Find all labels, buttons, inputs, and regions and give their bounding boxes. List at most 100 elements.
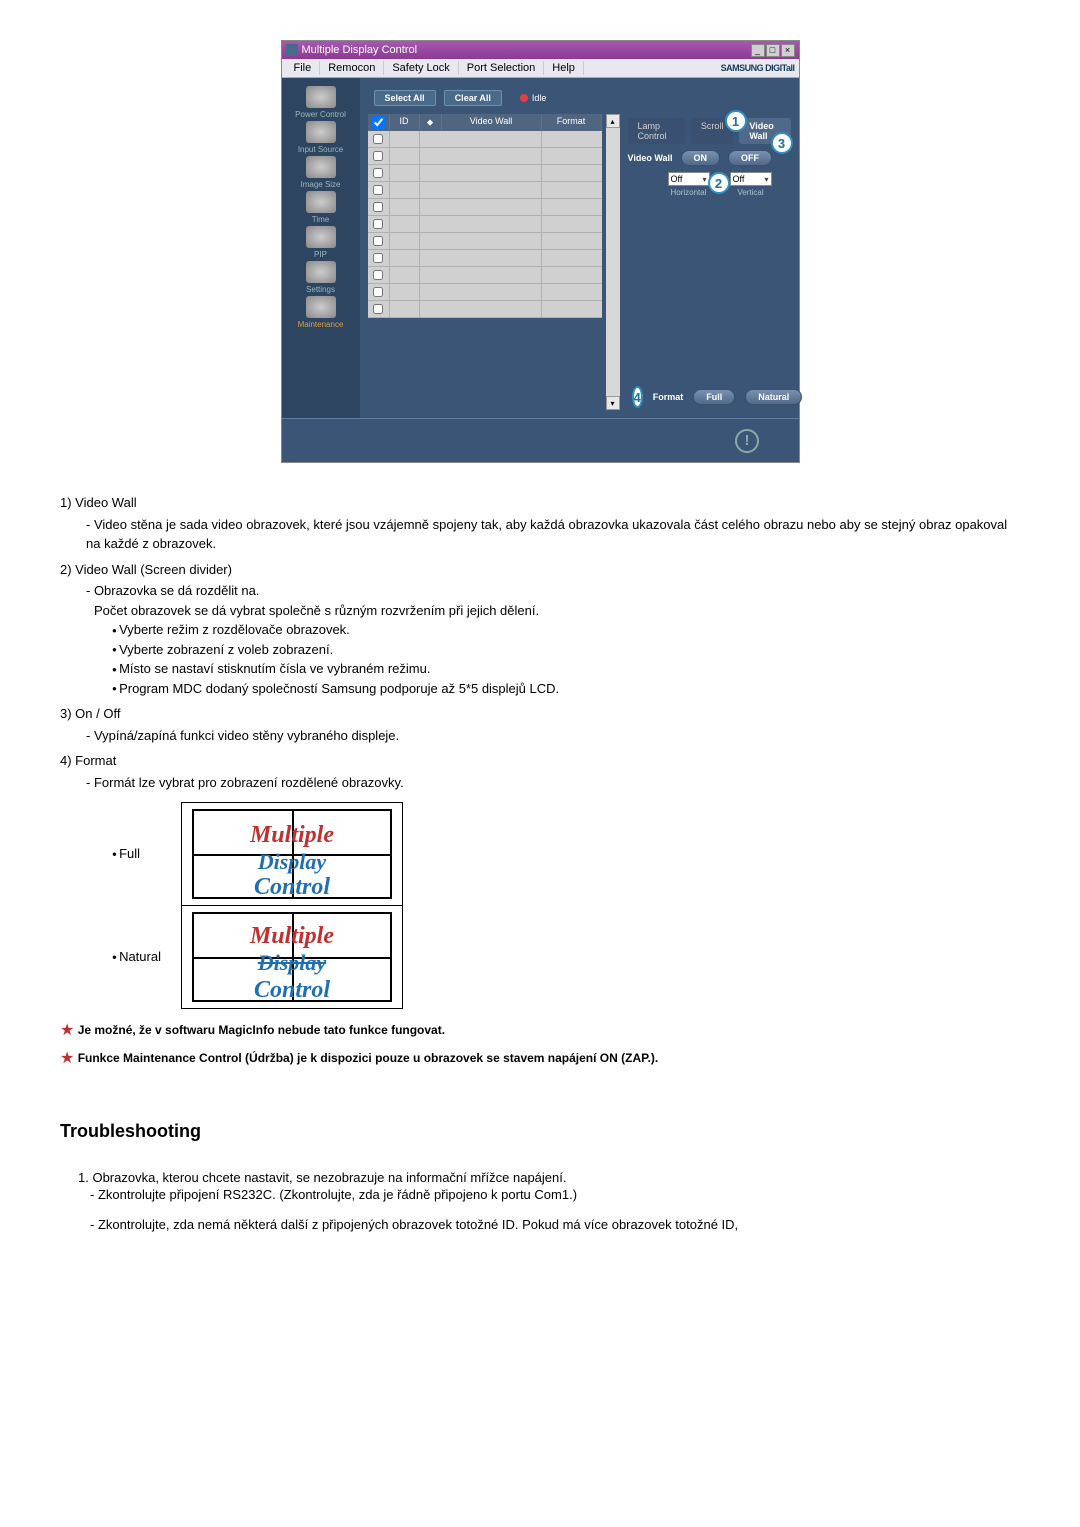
table-row[interactable] xyxy=(368,148,602,165)
header-checkbox[interactable] xyxy=(368,114,390,131)
tab-lamp-control[interactable]: Lamp Control xyxy=(628,118,685,144)
header-videowall: Video Wall xyxy=(442,114,542,131)
sidebar-image-size[interactable]: Image Size xyxy=(300,156,340,189)
titlebar: Multiple Display Control _ □ × xyxy=(282,41,799,59)
video-wall-label: Video Wall xyxy=(628,153,673,163)
minimize-button[interactable]: _ xyxy=(751,44,765,57)
callout-3: 3 xyxy=(771,132,793,154)
close-button[interactable]: × xyxy=(781,44,795,57)
vertical-label: Vertical xyxy=(737,188,763,197)
sidebar-input-source[interactable]: Input Source xyxy=(298,121,343,154)
toolbar: Select All Clear All Idle xyxy=(368,86,791,110)
row-checkbox[interactable] xyxy=(373,134,383,144)
display-grid: ID ⬥ Video Wall Format xyxy=(368,114,602,410)
menu-safety-lock[interactable]: Safety Lock xyxy=(384,61,458,75)
table-row[interactable] xyxy=(368,165,602,182)
row-checkbox[interactable] xyxy=(373,287,383,297)
off-button[interactable]: OFF xyxy=(728,150,772,166)
row-checkbox[interactable] xyxy=(373,185,383,195)
time-icon xyxy=(306,191,336,213)
natural-label: Natural xyxy=(119,949,161,964)
clear-all-button[interactable]: Clear All xyxy=(444,90,502,106)
horizontal-dropdown[interactable]: Off▾ xyxy=(668,172,710,186)
format-label: Format xyxy=(653,392,684,402)
callout-1: 1 xyxy=(725,110,747,132)
input-icon xyxy=(306,121,336,143)
maximize-button[interactable]: □ xyxy=(766,44,780,57)
row-checkbox[interactable] xyxy=(373,202,383,212)
row-checkbox[interactable] xyxy=(373,270,383,280)
select-all-button[interactable]: Select All xyxy=(374,90,436,106)
table-row[interactable] xyxy=(368,267,602,284)
header-id: ID xyxy=(390,114,420,131)
callout-4: 4 xyxy=(632,386,643,408)
table-row[interactable] xyxy=(368,301,602,318)
pip-icon xyxy=(306,226,336,248)
row-checkbox[interactable] xyxy=(373,304,383,314)
sidebar-time[interactable]: Time xyxy=(306,191,336,224)
item-4-text: - Formát lze vybrat pro zobrazení rozděl… xyxy=(86,773,1020,793)
on-button[interactable]: ON xyxy=(681,150,721,166)
table-row[interactable] xyxy=(368,250,602,267)
window-title: Multiple Display Control xyxy=(302,44,418,56)
row-checkbox[interactable] xyxy=(373,168,383,178)
statusbar xyxy=(282,418,799,462)
sidebar-maintenance[interactable]: Maintenance xyxy=(298,296,344,329)
maintenance-icon xyxy=(306,296,336,318)
sidebar-settings[interactable]: Settings xyxy=(306,261,336,294)
chevron-down-icon: ▾ xyxy=(702,175,706,184)
vertical-dropdown[interactable]: Off▾ xyxy=(730,172,772,186)
table-row[interactable] xyxy=(368,216,602,233)
grid-scrollbar[interactable]: ▴ ▾ xyxy=(606,114,620,410)
item-3-text: - Vypíná/zapíná funkci video stěny vybra… xyxy=(86,726,1020,746)
sidebar: Power Control Input Source Image Size Ti… xyxy=(282,78,360,418)
scroll-down-icon[interactable]: ▾ xyxy=(606,396,620,410)
header-format: Format xyxy=(542,114,602,131)
header-status: ⬥ xyxy=(420,114,442,131)
menu-help[interactable]: Help xyxy=(544,61,584,75)
app-icon xyxy=(286,44,298,56)
ts-sub-1: - Zkontrolujte připojení RS232C. (Zkontr… xyxy=(90,1187,1020,1202)
sidebar-power-control[interactable]: Power Control xyxy=(295,86,346,119)
full-label: Full xyxy=(119,846,140,861)
note-2: ★ Funkce Maintenance Control (Údržba) je… xyxy=(60,1047,1020,1071)
row-checkbox[interactable] xyxy=(373,236,383,246)
table-row[interactable] xyxy=(368,233,602,250)
table-row[interactable] xyxy=(368,131,602,148)
row-checkbox[interactable] xyxy=(373,253,383,263)
row-checkbox[interactable] xyxy=(373,219,383,229)
item-2-text2: Počet obrazovek se dá vybrat společně s … xyxy=(94,601,1020,621)
star-icon: ★ xyxy=(60,1050,74,1067)
format-diagram-table: ● Full Multiple Display Control ● Natura… xyxy=(112,802,403,1009)
menu-remocon[interactable]: Remocon xyxy=(320,61,384,75)
settings-icon xyxy=(306,261,336,283)
menu-file[interactable]: File xyxy=(286,61,321,75)
star-icon: ★ xyxy=(60,1022,74,1039)
ts-sub-2: - Zkontrolujte, zda nemá některá další z… xyxy=(90,1217,1020,1232)
table-row[interactable] xyxy=(368,182,602,199)
callout-2: 2 xyxy=(708,172,730,194)
menu-port-selection[interactable]: Port Selection xyxy=(459,61,544,75)
item-1-title: 1) Video Wall xyxy=(60,493,1020,513)
brand-logo: SAMSUNG DIGITall xyxy=(721,63,795,73)
app-screenshot: Multiple Display Control _ □ × File Remo… xyxy=(281,40,800,463)
table-row[interactable] xyxy=(368,199,602,216)
idle-status: Idle xyxy=(520,93,547,103)
natural-diagram: Multiple Display Control xyxy=(192,912,392,1002)
scroll-up-icon[interactable]: ▴ xyxy=(606,114,620,128)
full-diagram: Multiple Display Control xyxy=(192,809,392,899)
power-icon xyxy=(306,86,336,108)
size-icon xyxy=(306,156,336,178)
idle-dot-icon xyxy=(520,94,528,102)
sidebar-pip[interactable]: PIP xyxy=(306,226,336,259)
item-3-title: 3) On / Off xyxy=(60,704,1020,724)
full-button[interactable]: Full xyxy=(693,389,735,405)
alert-icon xyxy=(735,429,759,453)
row-checkbox[interactable] xyxy=(373,151,383,161)
item-4-title: 4) Format xyxy=(60,751,1020,771)
note-1: ★ Je možné, že v softwaru MagicInfo nebu… xyxy=(60,1019,1020,1043)
natural-button[interactable]: Natural xyxy=(745,389,802,405)
item-2-title: 2) Video Wall (Screen divider) xyxy=(60,560,1020,580)
table-row[interactable] xyxy=(368,284,602,301)
right-panel: 1 3 Lamp Control Scroll Video Wall Video… xyxy=(624,114,791,410)
